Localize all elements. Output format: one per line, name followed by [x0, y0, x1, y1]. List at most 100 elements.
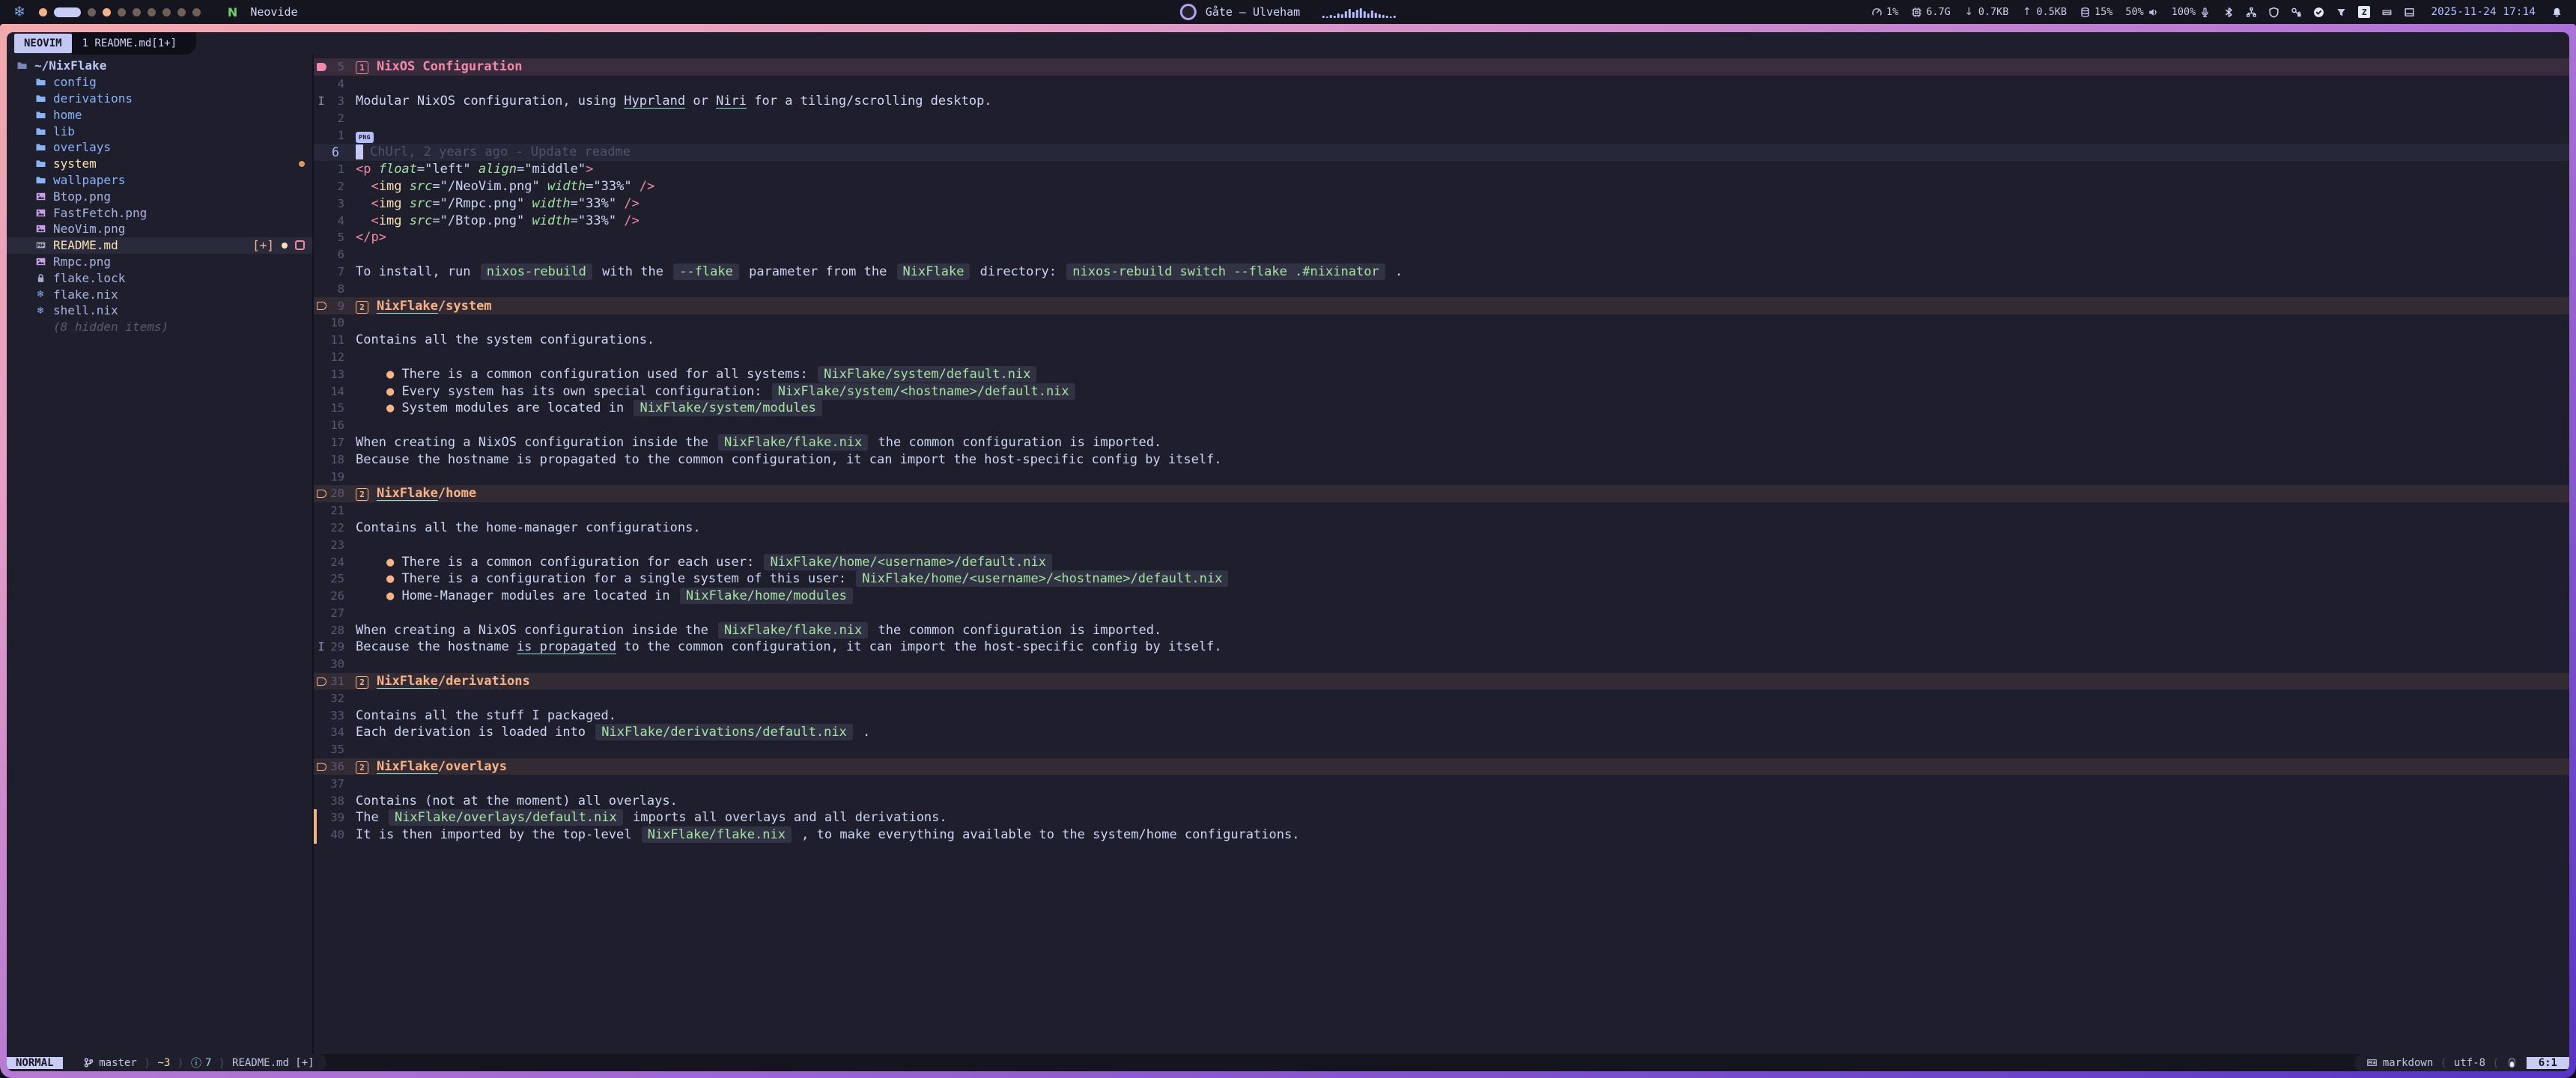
workspace-dot[interactable]	[103, 8, 111, 16]
tree-item-overlays[interactable]: overlays	[16, 139, 312, 156]
editor-line[interactable]: 27	[314, 605, 2569, 622]
metric-mic[interactable]: 100%	[2172, 6, 2211, 18]
editor-line[interactable]: 202NixFlake/home	[314, 485, 2569, 502]
funnel-icon[interactable]	[2336, 7, 2347, 18]
editor-line[interactable]: 24 ● There is a common configuration for…	[314, 553, 2569, 570]
editor-line[interactable]: 17When creating a NixOS configuration in…	[314, 434, 2569, 451]
editor-line[interactable]: 28When creating a NixOS configuration in…	[314, 621, 2569, 639]
clock[interactable]: 2025-11-24 17:14	[2431, 6, 2536, 18]
git-branch[interactable]: master	[83, 1057, 137, 1069]
notification-bell-icon[interactable]	[2551, 7, 2563, 18]
editor-line[interactable]: 32	[314, 689, 2569, 707]
check-icon[interactable]	[2313, 7, 2324, 18]
editor-line[interactable]: 12	[314, 349, 2569, 366]
editor-line[interactable]: 21	[314, 502, 2569, 520]
editor-line[interactable]: 8	[314, 280, 2569, 297]
editor-line[interactable]: 39The NixFlake/overlays/default.nix impo…	[314, 809, 2569, 826]
album-art-icon[interactable]	[1180, 4, 1197, 20]
editor[interactable]: 51NixOS Configuration4I3Modular NixOS co…	[314, 55, 2569, 1054]
workspace-dot[interactable]	[148, 8, 156, 16]
tree-item-wallpapers[interactable]: wallpapers	[16, 172, 312, 189]
editor-line[interactable]: 51NixOS Configuration	[314, 58, 2569, 76]
editor-line[interactable]: 15 ● System modules are located in NixFl…	[314, 400, 2569, 417]
workspace-dot[interactable]	[162, 8, 171, 16]
editor-line[interactable]: 23	[314, 536, 2569, 553]
editor-line[interactable]: 30	[314, 656, 2569, 673]
tree-item-system[interactable]: system	[16, 156, 312, 172]
tree-item--nixflake[interactable]: ~/NixFlake	[16, 58, 312, 74]
metric-chip[interactable]: 6.7G	[1911, 6, 1951, 18]
tree-item-readme-md[interactable]: README.md[+]	[7, 237, 312, 254]
tree-item-lib[interactable]: lib	[16, 123, 312, 139]
tree-item-neovim-png[interactable]: NeoVim.png	[16, 221, 312, 237]
editor-line[interactable]: 16	[314, 417, 2569, 434]
shield-icon[interactable]	[2268, 7, 2279, 18]
editor-line[interactable]: 37	[314, 775, 2569, 792]
editor-line[interactable]: 5</p>	[314, 229, 2569, 246]
editor-line[interactable]: 6	[314, 246, 2569, 264]
tree-item-rmpc-png[interactable]: Rmpc.png	[16, 254, 312, 270]
tree-item-btop-png[interactable]: Btop.png	[16, 188, 312, 204]
editor-line[interactable]: 13 ● There is a common configuration use…	[314, 365, 2569, 383]
no-icon	[34, 321, 46, 333]
diagnostics-info[interactable]: ⓘ 7	[191, 1056, 211, 1071]
editor-line[interactable]: 362NixFlake/overlays	[314, 758, 2569, 776]
editor-line[interactable]: 35	[314, 741, 2569, 758]
editor-line[interactable]: 6ChUrl, 2 years ago - Update readme	[314, 144, 2569, 161]
editor-line[interactable]: 40It is then imported by the top-level N…	[314, 826, 2569, 844]
workspace-dot[interactable]	[88, 8, 96, 16]
tree-item-fastfetch-png[interactable]: FastFetch.png	[16, 204, 312, 221]
editor-line[interactable]: 4 <img src="/Btop.png" width="33%" />	[314, 212, 2569, 229]
metric-gauge[interactable]: 1%	[1871, 6, 1898, 18]
tree-item-shell-nix[interactable]: ❄shell.nix	[16, 302, 312, 319]
editor-line[interactable]: 25 ● There is a configuration for a sing…	[314, 570, 2569, 588]
bluetooth-icon[interactable]	[2223, 7, 2235, 18]
tree-item-derivations[interactable]: derivations	[16, 91, 312, 107]
editor-line[interactable]: 10	[314, 314, 2569, 332]
tree-item-flake-lock[interactable]: flake.lock	[16, 270, 312, 286]
metric-up[interactable]: ↑0.5KB	[2021, 6, 2067, 18]
workspace-dot[interactable]	[192, 8, 201, 16]
metric-vol[interactable]: 50%	[2125, 6, 2158, 18]
editor-line[interactable]: 38Contains (not at the moment) all overl…	[314, 792, 2569, 809]
tray-icon[interactable]	[2404, 7, 2415, 18]
editor-line[interactable]: 312NixFlake/derivations	[314, 673, 2569, 690]
editor-line[interactable]: 92NixFlake/system	[314, 297, 2569, 314]
editor-line[interactable]: 1<p float="left" align="middle">	[314, 161, 2569, 178]
workspace-dot[interactable]	[39, 8, 47, 16]
workspace-dot[interactable]	[118, 8, 126, 16]
metric-db[interactable]: 15%	[2080, 6, 2112, 18]
workspace-active[interactable]	[54, 7, 81, 17]
editor-line[interactable]: 2 <img src="/NeoVim.png" width="33%" />	[314, 178, 2569, 195]
editor-line[interactable]: 26 ● Home-Manager modules are located in…	[314, 588, 2569, 605]
metric-down[interactable]: ↓0.7KB	[1963, 6, 2009, 18]
editor-line[interactable]: 18Because the hostname is propagated to …	[314, 451, 2569, 468]
keylock-icon[interactable]	[2291, 7, 2302, 18]
editor-line[interactable]: I29Because the hostname is propagated to…	[314, 639, 2569, 656]
workspace-dot[interactable]	[177, 8, 186, 16]
editor-line[interactable]: I3Modular NixOS configuration, using Hyp…	[314, 93, 2569, 110]
inline-link[interactable]: Hyprland	[624, 94, 685, 109]
zellij-tray-icon[interactable]: Z	[2358, 6, 2370, 18]
editor-line[interactable]: 7To install, run nixos-rebuild with the …	[314, 264, 2569, 281]
editor-line[interactable]: 33Contains all the stuff I packaged.	[314, 707, 2569, 724]
tree-item-flake-nix[interactable]: ❄flake.nix	[16, 286, 312, 302]
editor-line[interactable]: 19	[314, 468, 2569, 485]
editor-line[interactable]: 14 ● Every system has its own special co…	[314, 383, 2569, 400]
editor-line[interactable]: 11Contains all the system configurations…	[314, 332, 2569, 349]
editor-line[interactable]: 3 <img src="/Rmpc.png" width="33%" />	[314, 195, 2569, 212]
tree-item-home[interactable]: home	[16, 106, 312, 123]
inline-link[interactable]: Niri	[716, 94, 747, 109]
inline-link[interactable]: is propagated	[517, 639, 616, 654]
editor-line[interactable]: 2	[314, 109, 2569, 127]
editor-line[interactable]: 34Each derivation is loaded into NixFlak…	[314, 724, 2569, 741]
editor-line[interactable]: 22Contains all the home-manager configur…	[314, 520, 2569, 537]
editor-line[interactable]: 4	[314, 76, 2569, 93]
tree-item-config[interactable]: config	[16, 74, 312, 91]
keyboard-icon[interactable]	[2381, 7, 2393, 18]
editor-line[interactable]: 1PNG	[314, 127, 2569, 144]
nodes-icon[interactable]	[2246, 7, 2257, 18]
media-module[interactable]: Gåte – Ulveham	[1180, 0, 1396, 24]
workspace-dot[interactable]	[133, 8, 141, 16]
buffer-tab[interactable]: 1 README.md[1+]	[72, 32, 196, 55]
